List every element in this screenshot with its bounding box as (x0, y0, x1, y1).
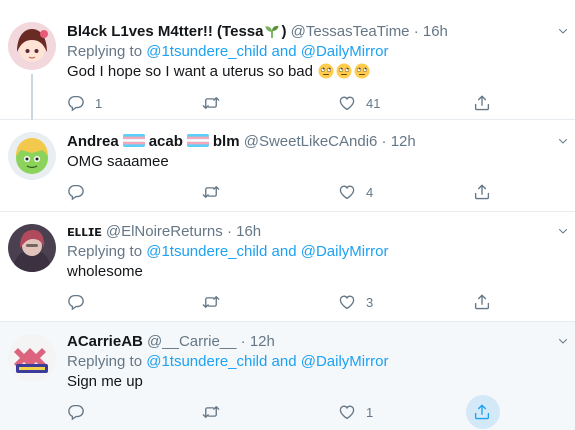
separator-dot: · (240, 333, 246, 350)
like-icon (338, 183, 356, 201)
tweet-text-content: God I hope so I want a uterus so bad (67, 63, 313, 80)
replying-label: Replying to (67, 353, 143, 370)
replying-to: Replying to @1tsundere_child and @DailyM… (67, 42, 545, 62)
author-name[interactable]: ACarrieAB (67, 333, 143, 350)
reply-count: 1 (95, 95, 103, 111)
author-handle[interactable]: @TessasTeaTime (291, 23, 410, 40)
reply-button[interactable]: 1 (67, 93, 102, 113)
share-button[interactable] (473, 292, 491, 312)
retweet-icon (202, 403, 220, 421)
share-icon (473, 94, 491, 112)
mention-link[interactable]: @DailyMirror (301, 43, 389, 60)
thread-line (31, 74, 33, 120)
replying-label: Replying to (67, 243, 143, 260)
trans-flag-emoji (123, 134, 145, 147)
reply-button[interactable] (67, 402, 95, 422)
author-name[interactable]: ᴇʟʟɪᴇ (67, 223, 102, 240)
caret-down-icon[interactable] (557, 225, 569, 237)
share-icon (473, 293, 491, 311)
caret-down-icon[interactable] (557, 335, 569, 347)
share-button[interactable] (473, 402, 491, 422)
and-label: and (271, 243, 297, 260)
caret-down-icon[interactable] (557, 25, 569, 37)
and-label: and (271, 43, 297, 60)
avatar[interactable] (8, 132, 56, 180)
reply-button[interactable] (67, 292, 95, 312)
and-label: and (271, 353, 297, 370)
like-button[interactable]: 4 (338, 182, 373, 202)
mention-link[interactable]: @1tsundere_child (146, 243, 267, 260)
timestamp[interactable]: 12h (250, 333, 275, 350)
author-handle[interactable]: @__Carrie__ (147, 333, 236, 350)
like-icon (338, 94, 356, 112)
author-name[interactable]: Bl4ck L1ves M4tter!! (Tessa (67, 23, 263, 40)
retweet-icon (202, 293, 220, 311)
tweet-text: Sign me up (67, 373, 143, 390)
timestamp[interactable]: 16h (236, 223, 261, 240)
separator-dot: · (413, 23, 419, 40)
like-count: 3 (366, 294, 374, 310)
author-name-part[interactable]: blm (213, 133, 240, 150)
like-button[interactable]: 3 (338, 292, 373, 312)
separator-dot: · (381, 133, 387, 150)
author-name-suffix: ) (281, 23, 287, 40)
like-icon (338, 293, 356, 311)
reply-icon (67, 183, 85, 201)
avatar[interactable] (8, 334, 56, 382)
rolling-eyes-emoji (354, 63, 370, 79)
share-button[interactable] (473, 93, 491, 113)
mention-link[interactable]: @DailyMirror (301, 243, 389, 260)
retweet-icon (202, 183, 220, 201)
like-button[interactable]: 1 (338, 402, 373, 422)
reply-button[interactable] (67, 182, 95, 202)
separator-dot: · (226, 223, 232, 240)
like-icon (338, 403, 356, 421)
tweet-item[interactable]: ᴇʟʟɪᴇ @ElNoireReturns · 16h Replying to … (0, 212, 575, 322)
avatar[interactable] (8, 224, 56, 272)
mention-link[interactable]: @DailyMirror (301, 353, 389, 370)
author-handle[interactable]: @ElNoireReturns (106, 223, 223, 240)
retweet-button[interactable] (202, 93, 230, 113)
mention-link[interactable]: @1tsundere_child (146, 353, 267, 370)
retweet-button[interactable] (202, 182, 230, 202)
seedling-emoji (264, 23, 280, 39)
share-icon (473, 183, 491, 201)
rolling-eyes-emoji (318, 63, 334, 79)
tweet-text: wholesome (67, 263, 143, 280)
reply-icon (67, 403, 85, 421)
retweet-button[interactable] (202, 292, 230, 312)
author-handle[interactable]: @SweetLikeCAndi6 (244, 133, 378, 150)
like-count: 1 (366, 404, 374, 420)
avatar[interactable] (8, 22, 56, 70)
author-name[interactable]: Andrea (67, 133, 119, 150)
replying-to: Replying to @1tsundere_child and @DailyM… (67, 352, 545, 372)
rolling-eyes-emoji (336, 63, 352, 79)
like-button[interactable]: 41 (338, 93, 380, 113)
caret-down-icon[interactable] (557, 135, 569, 147)
retweet-button[interactable] (202, 402, 230, 422)
reply-icon (67, 94, 85, 112)
like-count: 41 (366, 95, 381, 111)
tweet-text: God I hope so I want a uterus so bad (67, 62, 545, 82)
like-count: 4 (366, 184, 374, 200)
author-name-part[interactable]: acab (149, 133, 183, 150)
timestamp[interactable]: 12h (391, 133, 416, 150)
tweet-text: OMG saaamee (67, 153, 169, 170)
retweet-icon (202, 94, 220, 112)
timestamp[interactable]: 16h (423, 23, 448, 40)
share-icon (473, 403, 491, 421)
replying-to: Replying to @1tsundere_child and @DailyM… (67, 242, 545, 262)
replying-label: Replying to (67, 43, 143, 60)
tweet-item[interactable]: ACarrieAB @__Carrie__ · 12h Replying to … (0, 322, 575, 430)
tweet-item[interactable]: Andrea acab blm @SweetLikeCAndi6 · 12h OMG… (0, 120, 575, 212)
tweet-item[interactable]: Bl4ck L1ves M4tter!! (Tessa) @TessasTeaT… (0, 0, 575, 120)
reply-icon (67, 293, 85, 311)
trans-flag-emoji (187, 134, 209, 147)
share-button[interactable] (473, 182, 491, 202)
mention-link[interactable]: @1tsundere_child (146, 43, 267, 60)
